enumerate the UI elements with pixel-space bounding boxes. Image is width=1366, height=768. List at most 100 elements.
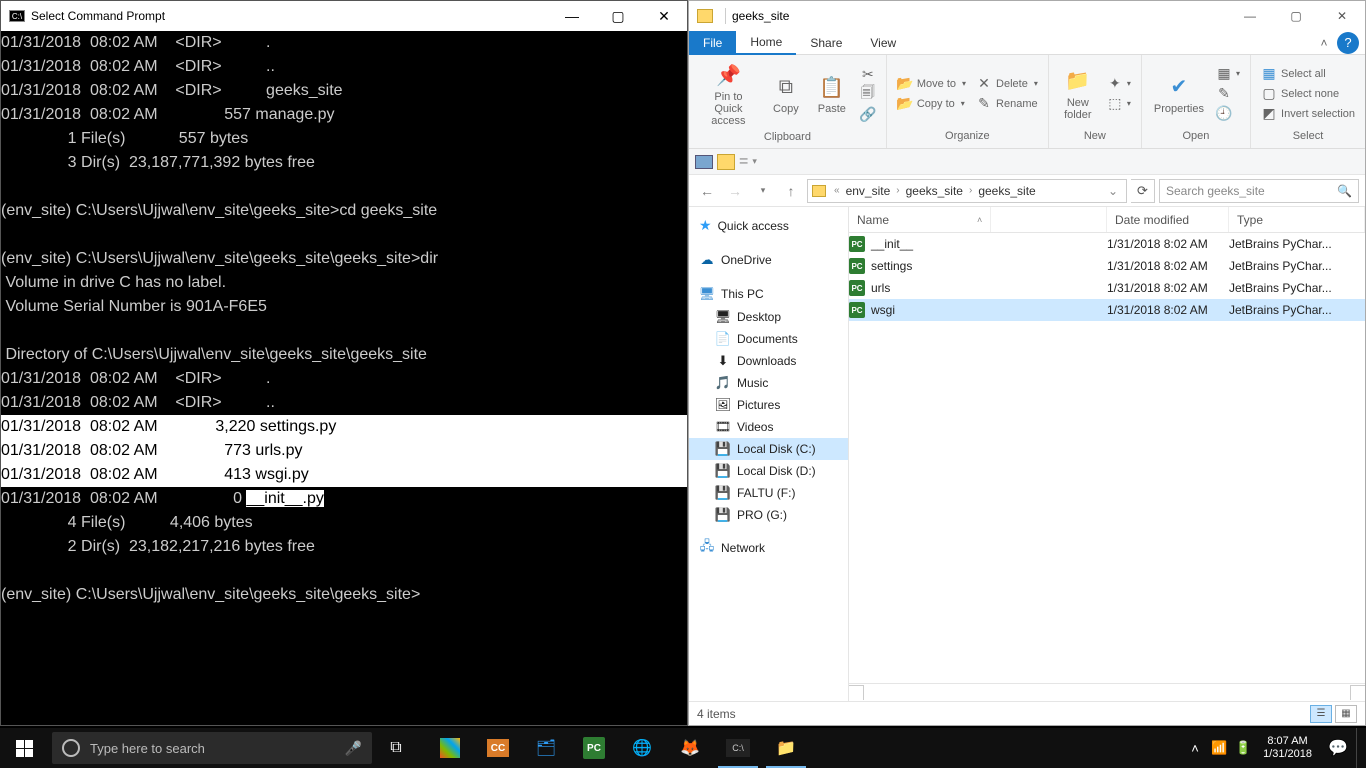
nav-item-icon: 🖼 [715,397,731,413]
nav-item-music[interactable]: 🎵Music [689,372,848,394]
tab-view[interactable]: View [856,31,910,55]
address-dropdown[interactable]: ⌄ [1104,184,1122,198]
select-group-label: Select [1293,130,1324,146]
action-center[interactable]: 💬 [1320,728,1356,768]
cmd-close[interactable]: ✕ [641,1,687,31]
tb-app-pycharm[interactable]: PC [570,728,618,768]
nav-item-icon: 💾 [715,463,731,479]
tab-home[interactable]: Home [736,31,796,55]
nav-item-local-disk-d-[interactable]: 💾Local Disk (D:) [689,460,848,482]
selectall-button[interactable]: ▦Select all [1259,65,1357,83]
col-type[interactable]: Type [1229,207,1365,232]
delete-icon: ✕ [976,76,992,92]
tb-app-explorer[interactable]: 📁 [762,728,810,768]
nav-item-faltu-f-[interactable]: 💾FALTU (F:) [689,482,848,504]
col-date[interactable]: Date modified [1107,207,1229,232]
properties-button[interactable]: ✔Properties [1150,71,1208,117]
crumb-1[interactable]: geeks_site [902,184,967,198]
help-icon[interactable]: ? [1337,32,1359,54]
cmd-window: C:\ Select Command Prompt — ▢ ✕ 01/31/20… [0,0,688,726]
start-button[interactable] [0,728,48,768]
rename-button[interactable]: ✎Rename [974,95,1040,113]
nav-up[interactable]: ↑ [779,179,803,203]
explorer-maximize[interactable]: ▢ [1273,1,1319,31]
copyto-button[interactable]: 📂Copy to▾ [895,95,968,113]
taskbar-search[interactable]: Type here to search 🎤 [52,732,372,764]
cmd-titlebar[interactable]: C:\ Select Command Prompt — ▢ ✕ [1,1,687,31]
nav-item-pictures[interactable]: 🖼Pictures [689,394,848,416]
ribbon-collapse[interactable]: ˄ [1311,36,1337,50]
nav-forward[interactable]: → [723,179,747,203]
tray-wifi-icon[interactable]: 📶 [1207,728,1231,768]
qat-folder-icon[interactable] [717,154,735,170]
explorer-close[interactable]: ✕ [1319,1,1365,31]
cmd-output[interactable]: 01/31/2018 08:02 AM <DIR> .01/31/2018 08… [1,31,687,725]
qat-dropdown[interactable]: ▾ [752,156,757,167]
crumb-0[interactable]: env_site [842,184,895,198]
nav-back[interactable]: ← [695,179,719,203]
breadcrumb-box[interactable]: « env_site› geeks_site› geeks_site ⌄ [807,179,1127,203]
search-input[interactable]: Search geeks_site 🔍 [1159,179,1359,203]
newitem-button[interactable]: ✦▾ [1105,75,1133,93]
view-large-button[interactable]: ▦ [1335,705,1357,723]
invertsel-button[interactable]: ◩Invert selection [1259,105,1357,123]
paste-button[interactable]: 📋Paste [812,71,852,117]
horizontal-scrollbar[interactable] [849,683,1365,701]
nav-recent[interactable]: ▾ [751,179,775,203]
pasteshortcut-button[interactable]: 🔗 [858,105,878,123]
nav-quickaccess[interactable]: ★Quick access [689,213,848,238]
nav-thispc[interactable]: 🖥This PC [689,282,848,306]
newfolder-button[interactable]: 📁New folder [1057,65,1099,123]
tray-battery-icon[interactable]: 🔋 [1231,728,1255,768]
moveto-button[interactable]: 📂Move to▾ [895,75,968,93]
pin-quickaccess-button[interactable]: 📌Pin to Quick access [697,59,760,129]
nav-item-videos[interactable]: 🎞Videos [689,416,848,438]
nav-item-downloads[interactable]: ⬇Downloads [689,350,848,372]
ribbon: 📌Pin to Quick access ⧉Copy 📋Paste ✂ 🗐 🔗 … [689,55,1365,149]
file-row[interactable]: PCurls1/31/2018 8:02 AMJetBrains PyChar.… [849,277,1365,299]
file-row[interactable]: PCwsgi1/31/2018 8:02 AMJetBrains PyChar.… [849,299,1365,321]
selectnone-button[interactable]: ▢Select none [1259,85,1357,103]
nav-onedrive[interactable]: ☁OneDrive [689,248,848,272]
copypath-button[interactable]: 🗐 [858,85,878,103]
easyaccess-button[interactable]: ⬚▾ [1105,95,1133,113]
tab-file[interactable]: File [689,31,736,55]
status-bar: 4 items ☰ ▦ [689,701,1365,725]
tray-overflow[interactable]: ˄ [1183,728,1207,768]
copy-button[interactable]: ⧉Copy [766,71,806,117]
file-row[interactable]: PC__init__1/31/2018 8:02 AMJetBrains PyC… [849,233,1365,255]
tb-app-store[interactable] [426,728,474,768]
view-details-button[interactable]: ☰ [1310,705,1332,723]
tb-app-cc[interactable]: CC [474,728,522,768]
cmd-minimize[interactable]: — [549,1,595,31]
crumb-2[interactable]: geeks_site [974,184,1039,198]
taskview-button[interactable]: ⧉ [372,728,420,768]
tb-app-firefox[interactable]: 🦊 [666,728,714,768]
open-button[interactable]: ▦▾ [1214,65,1242,83]
tb-app-cmd[interactable]: C:\ [714,728,762,768]
tb-app-chrome[interactable]: 🌐 [618,728,666,768]
mic-icon[interactable]: 🎤 [345,740,362,757]
show-desktop[interactable] [1356,728,1362,768]
edit-button[interactable]: ✎ [1214,85,1242,103]
explorer-minimize[interactable]: — [1227,1,1273,31]
cut-button[interactable]: ✂ [858,65,878,83]
delete-button[interactable]: ✕Delete▾ [974,75,1040,93]
cmd-maximize[interactable]: ▢ [595,1,641,31]
star-icon: ★ [699,217,712,234]
qat-pc-icon[interactable] [695,155,713,169]
tray-clock[interactable]: 8:07 AM 1/31/2018 [1255,735,1320,761]
explorer-titlebar[interactable]: geeks_site — ▢ ✕ [689,1,1365,31]
file-row[interactable]: PCsettings1/31/2018 8:02 AMJetBrains PyC… [849,255,1365,277]
nav-item-local-disk-c-[interactable]: 💾Local Disk (C:) [689,438,848,460]
nav-item-icon: 🎞 [715,419,731,435]
nav-item-pro-g-[interactable]: 💾PRO (G:) [689,504,848,526]
nav-item-documents[interactable]: 📄Documents [689,328,848,350]
refresh-button[interactable]: ⟳ [1131,179,1155,203]
nav-item-desktop[interactable]: 🖥Desktop [689,306,848,328]
history-button[interactable]: 🕘 [1214,105,1242,123]
nav-network[interactable]: 🖧Network [689,536,848,560]
cut-icon: ✂ [860,66,876,82]
tab-share[interactable]: Share [796,31,856,55]
tb-app-mail[interactable]: 🗂 [522,728,570,768]
